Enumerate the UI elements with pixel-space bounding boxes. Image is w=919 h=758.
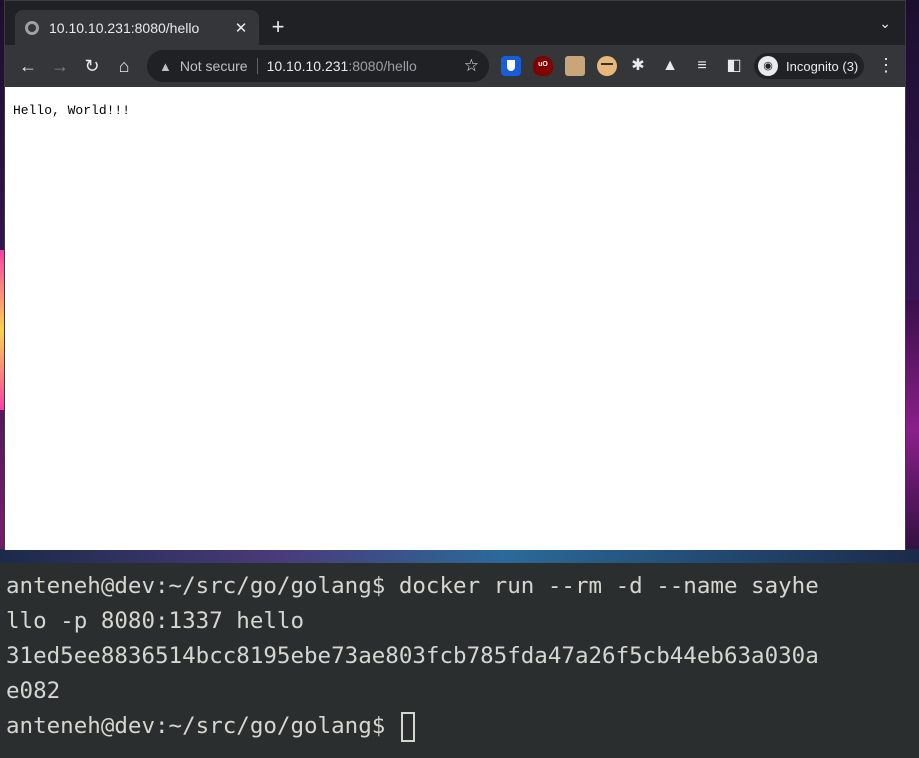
bitwarden-icon[interactable] (501, 56, 521, 76)
reload-button[interactable]: ↻ (81, 55, 103, 77)
url-path[interactable]: :8080/hello (348, 58, 417, 74)
side-panel-icon[interactable]: ◧ (723, 55, 745, 77)
terminal-line: llo -p 8080:1337 hello (6, 608, 305, 634)
home-button[interactable]: ⌂ (113, 55, 135, 77)
tab-manager-icon[interactable] (565, 56, 585, 76)
terminal-line: e082 (6, 678, 61, 704)
url-host[interactable]: 10.10.10.231 (267, 58, 349, 74)
wallpaper-band (0, 549, 919, 563)
ublock-text: uO (538, 61, 548, 68)
terminal-line: anteneh@dev:~/src/go/golang$ docker run … (6, 573, 819, 599)
chevron-down-icon[interactable]: ⌄ (879, 15, 891, 32)
new-tab-button[interactable]: + (267, 15, 289, 39)
browser-toolbar: ← → ↻ ⌂ ▲ Not secure 10.10.10.231 :8080/… (5, 45, 905, 87)
star-icon[interactable]: ☆ (464, 56, 479, 76)
wallpaper-strip-right (906, 300, 919, 560)
address-bar[interactable]: ▲ Not secure 10.10.10.231 :8080/hello ☆ (147, 50, 489, 82)
forward-button[interactable]: → (49, 55, 71, 77)
terminal-line: 31ed5ee8836514bcc8195ebe73ae803fcb785fda… (6, 643, 819, 669)
warning-icon[interactable]: ▲ (159, 59, 172, 74)
terminal[interactable]: anteneh@dev:~/src/go/golang$ docker run … (0, 563, 919, 758)
tab-title: 10.10.10.231:8080/hello (49, 19, 200, 36)
back-button[interactable]: ← (17, 55, 39, 77)
puzzle-icon[interactable]: ✱ (627, 55, 649, 77)
terminal-prompt-line[interactable]: anteneh@dev:~/src/go/golang$ (6, 709, 919, 744)
globe-icon (25, 20, 39, 35)
terminal-prompt: anteneh@dev:~/src/go/golang$ (6, 713, 399, 739)
tab-strip: 10.10.10.231:8080/hello ✕ + ⌄ (5, 1, 905, 45)
face-icon[interactable] (597, 56, 617, 76)
profile-label: Incognito (3) (786, 58, 859, 74)
tab-active[interactable]: 10.10.10.231:8080/hello ✕ (15, 10, 259, 45)
divider (256, 58, 258, 74)
close-icon[interactable]: ✕ (233, 19, 249, 37)
menu-icon[interactable]: ⋮ (877, 55, 895, 76)
profile-button[interactable]: ◉ Incognito (3) (754, 53, 864, 79)
ublock-icon[interactable]: uO (533, 56, 553, 76)
browser-window: 10.10.10.231:8080/hello ✕ + ⌄ ← → ↻ ⌂ ▲ … (4, 0, 906, 550)
security-label[interactable]: Not secure (180, 58, 248, 74)
media-icon[interactable]: ≡ (691, 55, 713, 77)
page-content: Hello, World!!! (13, 103, 131, 118)
labs-icon[interactable]: ▲ (659, 55, 681, 77)
terminal-cursor (400, 711, 415, 742)
page-viewport: Hello, World!!! (5, 87, 905, 550)
incognito-icon: ◉ (758, 56, 778, 76)
